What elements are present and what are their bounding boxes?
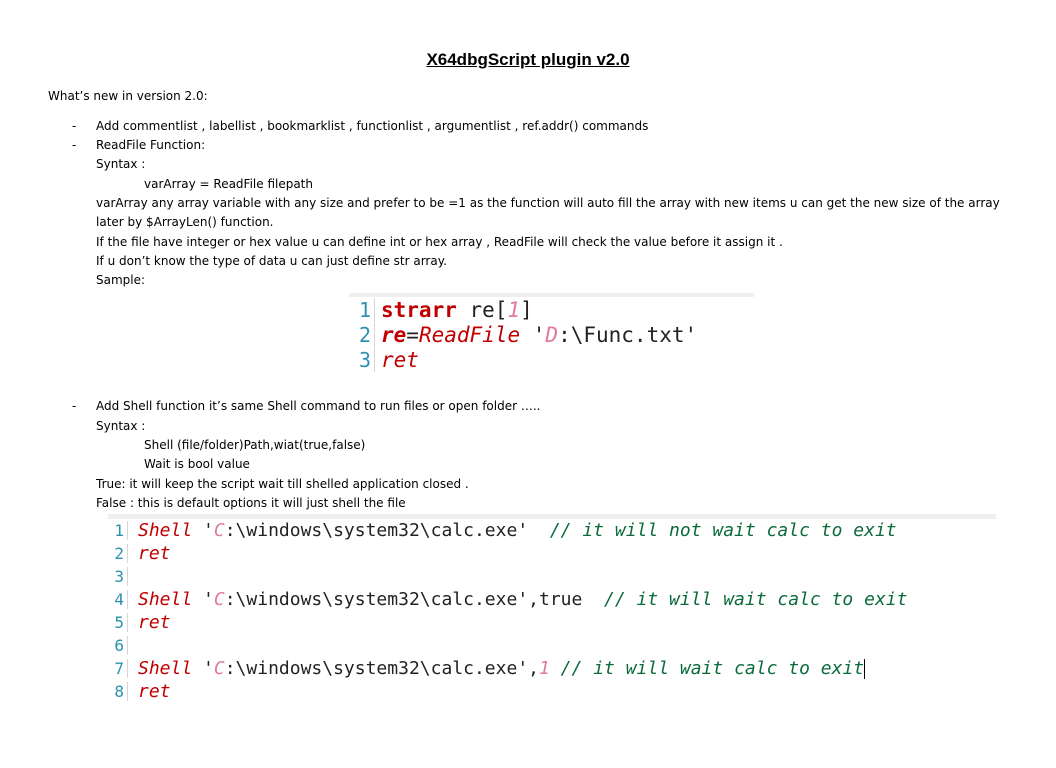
- code-text: Shell 'C:\windows\system32\calc.exe',1 /…: [138, 658, 866, 679]
- readfile-description: varArray any array variable with any siz…: [96, 196, 1000, 210]
- list-item-shell: Add Shell function it’s same Shell comma…: [96, 399, 541, 413]
- bullet-marker: -: [72, 138, 77, 152]
- code-line: 4 Shell 'C:\windows\system32\calc.exe',t…: [108, 588, 996, 611]
- line-number: 8: [108, 682, 128, 701]
- list-item-readfile: ReadFile Function:: [96, 138, 206, 152]
- code-text: strarr re[1]: [381, 297, 533, 322]
- code-line: 5 ret: [108, 611, 996, 634]
- whats-new-heading: What’s new in version 2.0:: [48, 89, 208, 103]
- code-text: re=ReadFile 'D:\Func.txt': [381, 322, 698, 347]
- line-number: 2: [349, 322, 375, 347]
- text-cursor: [864, 659, 866, 679]
- line-number: 5: [108, 613, 128, 632]
- line-number: 2: [108, 544, 128, 563]
- readfile-int-hex-note: If the file have integer or hex value u …: [96, 235, 783, 249]
- code-line: 7 Shell 'C:\windows\system32\calc.exe',1…: [108, 657, 996, 680]
- code-sample-shell: 1 Shell 'C:\windows\system32\calc.exe' /…: [108, 514, 996, 711]
- line-number: 7: [108, 659, 128, 678]
- document-title: X64dbgScript plugin v2.0: [426, 50, 630, 69]
- list-item-commands: Add commentlist , labellist , bookmarkli…: [96, 119, 649, 133]
- readfile-description-cont: later by $ArrayLen() function.: [96, 215, 274, 229]
- code-line: 1 strarr re[1]: [349, 297, 754, 322]
- readfile-str-note: If u don’t know the type of data u can j…: [96, 254, 447, 268]
- code-line: 6: [108, 634, 996, 657]
- code-line: 2 re=ReadFile 'D:\Func.txt': [349, 322, 754, 347]
- code-line: 3: [108, 565, 996, 588]
- code-text: Shell 'C:\windows\system32\calc.exe',tru…: [138, 589, 908, 610]
- code-line: 8 ret: [108, 680, 996, 703]
- bullet-marker: -: [72, 119, 77, 133]
- shell-syntax: Shell (file/folder)Path,wiat(true,false): [144, 438, 366, 452]
- line-number: 6: [108, 636, 128, 655]
- false-description: False : this is default options it will …: [96, 496, 406, 510]
- code-text: ret: [381, 347, 419, 372]
- line-number: 3: [108, 567, 128, 586]
- readfile-syntax: varArray = ReadFile filepath: [144, 177, 313, 191]
- code-line: 3 ret: [349, 347, 754, 372]
- syntax-label: Syntax :: [96, 419, 146, 433]
- syntax-label: Syntax :: [96, 157, 146, 171]
- code-line: 1 Shell 'C:\windows\system32\calc.exe' /…: [108, 519, 996, 542]
- line-number: 4: [108, 590, 128, 609]
- code-line: 2 ret: [108, 542, 996, 565]
- sample-label: Sample:: [96, 273, 146, 287]
- true-description: True: it will keep the script wait till …: [96, 477, 469, 491]
- code-text: ret: [138, 612, 171, 633]
- code-sample-readfile: 1 strarr re[1] 2 re=ReadFile 'D:\Func.tx…: [349, 293, 754, 381]
- bullet-marker: -: [72, 399, 77, 413]
- code-text: ret: [138, 543, 171, 564]
- code-text: ret: [138, 681, 171, 702]
- line-number: 1: [349, 297, 375, 322]
- code-text: Shell 'C:\windows\system32\calc.exe' // …: [138, 520, 897, 541]
- line-number: 3: [349, 347, 375, 372]
- line-number: 1: [108, 521, 128, 540]
- wait-description: Wait is bool value: [144, 457, 250, 471]
